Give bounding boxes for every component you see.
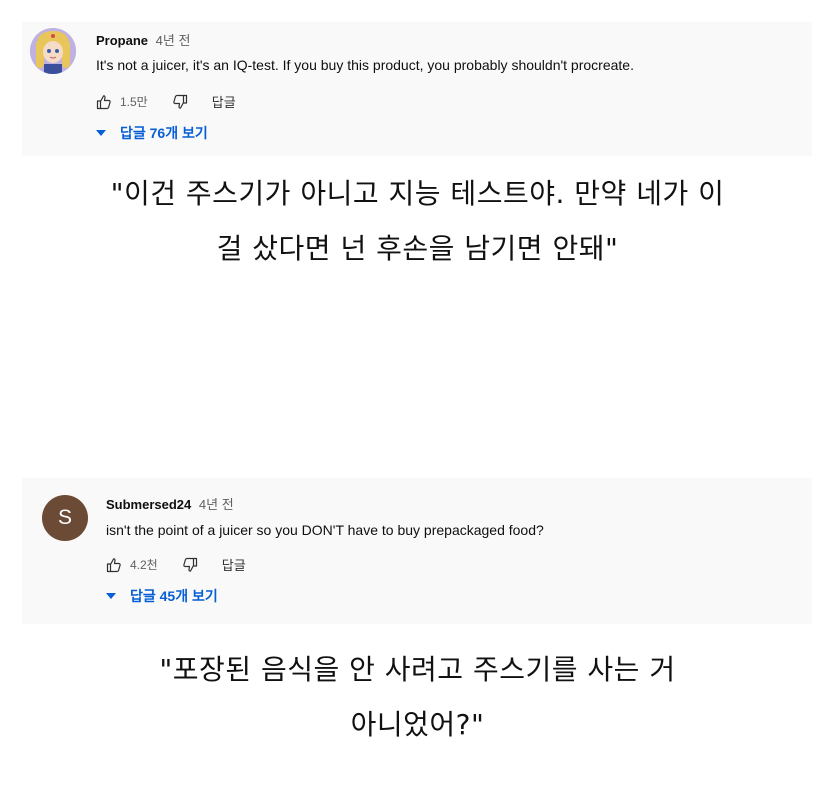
dislike-icon[interactable] — [172, 94, 188, 110]
translation-line: "이건 주스기가 아니고 지능 테스트야. 만약 네가 이 — [110, 177, 725, 210]
view-replies-button[interactable]: 답글 76개 보기 — [96, 123, 208, 143]
comment-card: Propane 4년 전 It's not a juicer, it's an … — [22, 22, 812, 156]
translation-caption: "이건 주스기가 아니고 지능 테스트야. 만약 네가 이 걸 샀다면 넌 후손… — [0, 166, 835, 276]
comment-timestamp[interactable]: 4년 전 — [199, 497, 234, 512]
reply-button[interactable]: 답글 — [222, 555, 246, 574]
like-icon[interactable] — [106, 557, 122, 573]
caret-down-icon — [106, 593, 116, 599]
translation-line: "포장된 음식을 안 사려고 주스기를 사는 거 — [159, 653, 676, 686]
comment-meta: Submersed24 4년 전 — [106, 494, 234, 513]
comment-text: isn't the point of a juicer so you DON'T… — [106, 522, 544, 538]
comment-card: S Submersed24 4년 전 isn't the point of a … — [22, 478, 812, 624]
like-count: 4.2천 — [130, 558, 158, 572]
avatar[interactable]: S — [42, 495, 88, 541]
author-name[interactable]: Submersed24 — [106, 497, 191, 512]
comment-meta: Propane 4년 전 — [96, 30, 190, 49]
dislike-icon[interactable] — [182, 557, 198, 573]
view-replies-button[interactable]: 답글 45개 보기 — [106, 586, 218, 606]
comment-timestamp[interactable]: 4년 전 — [156, 33, 191, 48]
like-count: 1.5만 — [120, 95, 148, 109]
view-replies-label: 답글 45개 보기 — [130, 588, 218, 604]
view-replies-label: 답글 76개 보기 — [120, 125, 208, 141]
avatar[interactable] — [30, 28, 76, 74]
like-icon[interactable] — [96, 94, 112, 110]
comment-text: It's not a juicer, it's an IQ-test. If y… — [96, 57, 634, 73]
author-name[interactable]: Propane — [96, 33, 148, 48]
reply-button[interactable]: 답글 — [212, 92, 236, 111]
comment-actions: 1.5만 답글 — [96, 92, 236, 111]
translation-line: 아니었어?" — [350, 708, 485, 741]
comment-actions: 4.2천 답글 — [106, 555, 246, 574]
translation-line: 걸 샀다면 넌 후손을 남기면 안돼" — [216, 232, 619, 265]
caret-down-icon — [96, 130, 106, 136]
translation-caption: "포장된 음식을 안 사려고 주스기를 사는 거 아니었어?" — [0, 642, 835, 752]
